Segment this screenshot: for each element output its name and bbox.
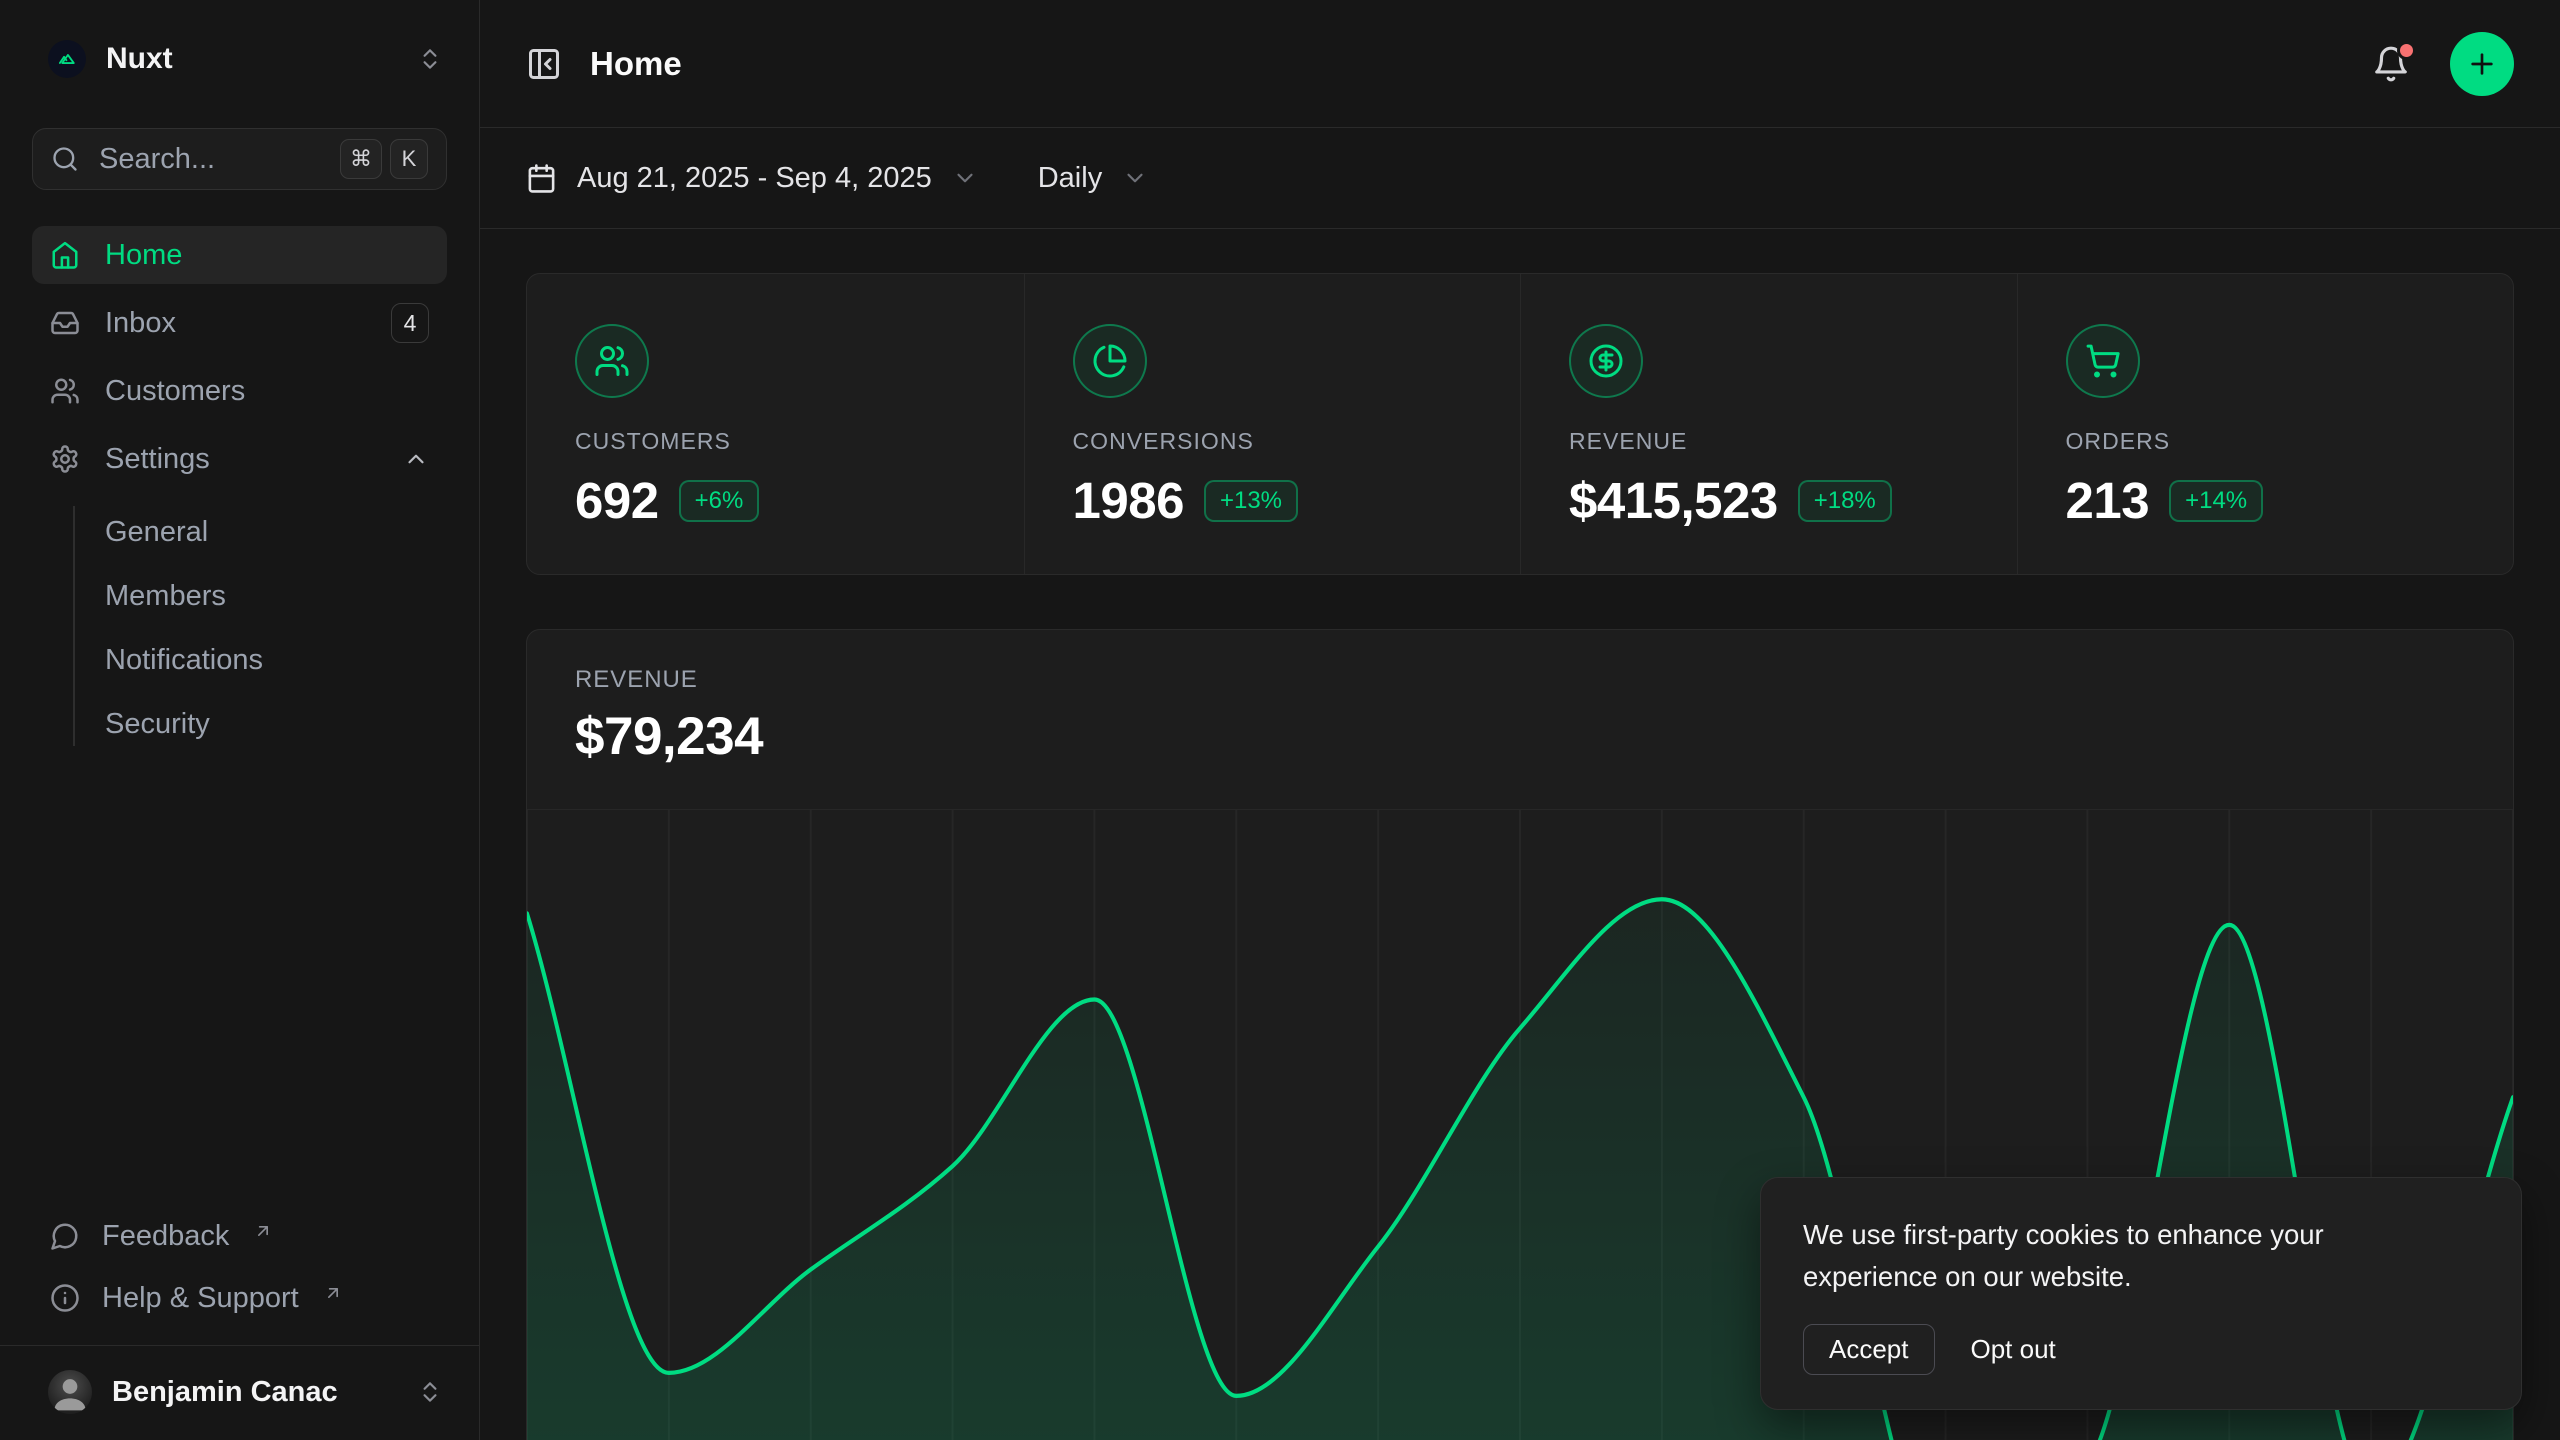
settings-children: General Members Notifications Security	[32, 500, 447, 756]
sidebar-item-label: Home	[105, 239, 182, 272]
stat-value: 213	[2066, 471, 2150, 530]
stat-delta-badge: +13%	[1204, 480, 1298, 522]
avatar	[48, 1370, 92, 1414]
pie-chart-icon	[1073, 324, 1147, 398]
cookie-banner: We use first-party cookies to enhance yo…	[1760, 1177, 2522, 1410]
accept-button[interactable]: Accept	[1803, 1324, 1935, 1375]
workspace-switcher[interactable]: Nuxt	[0, 0, 479, 86]
chevron-down-icon	[1122, 165, 1148, 191]
shopping-cart-icon	[2066, 324, 2140, 398]
home-icon	[50, 240, 80, 270]
search-placeholder: Search...	[99, 143, 320, 176]
page-title: Home	[590, 45, 682, 83]
stat-label: ORDERS	[2066, 428, 2466, 455]
stats-card-row: CUSTOMERS 692 +6% CONVERSIONS 1986 +13%	[526, 273, 2514, 575]
kbd-k: K	[390, 139, 428, 179]
chevron-up-icon[interactable]	[403, 446, 429, 472]
message-circle-icon	[50, 1221, 80, 1251]
calendar-icon	[526, 163, 557, 194]
search-kbd: ⌘ K	[340, 139, 428, 179]
sidebar-item-general[interactable]: General	[32, 500, 447, 564]
revenue-label: REVENUE	[575, 666, 2465, 694]
granularity-select[interactable]: Daily	[1038, 162, 1148, 195]
sidebar-item-label: Settings	[105, 443, 210, 476]
date-range-label: Aug 21, 2025 - Sep 4, 2025	[577, 162, 932, 195]
sidebar-item-label: Feedback	[102, 1220, 229, 1253]
external-link-icon	[323, 1283, 343, 1303]
sidebar-item-notifications[interactable]: Notifications	[32, 628, 447, 692]
sidebar-item-settings[interactable]: Settings	[32, 430, 447, 488]
users-icon	[50, 376, 80, 406]
sidebar-item-label: Customers	[105, 375, 245, 408]
gear-icon	[50, 444, 80, 474]
filters-toolbar: Aug 21, 2025 - Sep 4, 2025 Daily	[480, 128, 2560, 229]
notifications-button[interactable]	[2372, 45, 2410, 83]
sidebar-nav: Home Inbox 4 Customers Settings Ge	[32, 226, 447, 756]
stat-conversions[interactable]: CONVERSIONS 1986 +13%	[1024, 274, 1521, 574]
workspace-name: Nuxt	[106, 42, 173, 76]
stat-revenue[interactable]: REVENUE $415,523 +18%	[1520, 274, 2017, 574]
stat-label: CUSTOMERS	[575, 428, 976, 455]
stat-label: CONVERSIONS	[1073, 428, 1473, 455]
chevron-down-icon	[952, 165, 978, 191]
sidebar-item-label: Inbox	[105, 307, 176, 340]
page-header: Home	[480, 0, 2560, 128]
sidebar-footer-nav: Feedback Help & Support	[32, 1207, 447, 1327]
cookie-actions: Accept Opt out	[1803, 1324, 2479, 1375]
external-link-icon	[253, 1221, 273, 1241]
sidebar-item-feedback[interactable]: Feedback	[32, 1207, 447, 1265]
stat-delta-badge: +14%	[2169, 480, 2263, 522]
info-circle-icon	[50, 1283, 80, 1313]
chevrons-up-down-icon	[417, 1379, 443, 1405]
sidebar-item-customers[interactable]: Customers	[32, 362, 447, 420]
search-input[interactable]: Search... ⌘ K	[32, 128, 447, 190]
user-name: Benjamin Canac	[112, 1376, 338, 1409]
add-button[interactable]	[2450, 32, 2514, 96]
stat-delta-badge: +18%	[1798, 480, 1892, 522]
notification-dot	[2397, 41, 2416, 60]
user-menu[interactable]: Benjamin Canac	[0, 1346, 479, 1440]
chevrons-up-down-icon	[417, 46, 443, 72]
date-range-picker[interactable]: Aug 21, 2025 - Sep 4, 2025	[526, 162, 978, 195]
stat-customers[interactable]: CUSTOMERS 692 +6%	[527, 274, 1024, 574]
stat-value: $415,523	[1569, 471, 1778, 530]
search-icon	[51, 145, 79, 173]
granularity-label: Daily	[1038, 162, 1102, 195]
stat-value: 1986	[1073, 471, 1184, 530]
opt-out-button[interactable]: Opt out	[1971, 1334, 2056, 1365]
users-icon	[575, 324, 649, 398]
circle-dollar-icon	[1569, 324, 1643, 398]
stat-delta-badge: +6%	[679, 480, 760, 522]
sidebar-item-security[interactable]: Security	[32, 692, 447, 756]
inbox-count-badge: 4	[391, 303, 429, 343]
sidebar-spacer	[0, 756, 479, 1207]
stat-orders[interactable]: ORDERS 213 +14%	[2017, 274, 2514, 574]
sidebar-item-members[interactable]: Members	[32, 564, 447, 628]
revenue-chart-header: REVENUE $79,234	[527, 630, 2513, 767]
sidebar-item-inbox[interactable]: Inbox 4	[32, 294, 447, 352]
sidebar-item-home[interactable]: Home	[32, 226, 447, 284]
sidebar-item-label: Help & Support	[102, 1282, 299, 1315]
stat-label: REVENUE	[1569, 428, 1969, 455]
inbox-icon	[50, 308, 80, 338]
collapse-sidebar-button[interactable]	[526, 46, 562, 82]
sidebar: Nuxt Search... ⌘ K Home Inbox 4	[0, 0, 480, 1440]
plus-icon	[2466, 48, 2498, 80]
nuxt-logo-icon	[48, 40, 86, 78]
stat-value: 692	[575, 471, 659, 530]
kbd-cmd: ⌘	[340, 139, 382, 179]
sidebar-item-help-support[interactable]: Help & Support	[32, 1269, 447, 1327]
revenue-value: $79,234	[575, 706, 2465, 767]
cookie-message: We use first-party cookies to enhance yo…	[1803, 1214, 2423, 1298]
header-actions	[2372, 32, 2514, 96]
